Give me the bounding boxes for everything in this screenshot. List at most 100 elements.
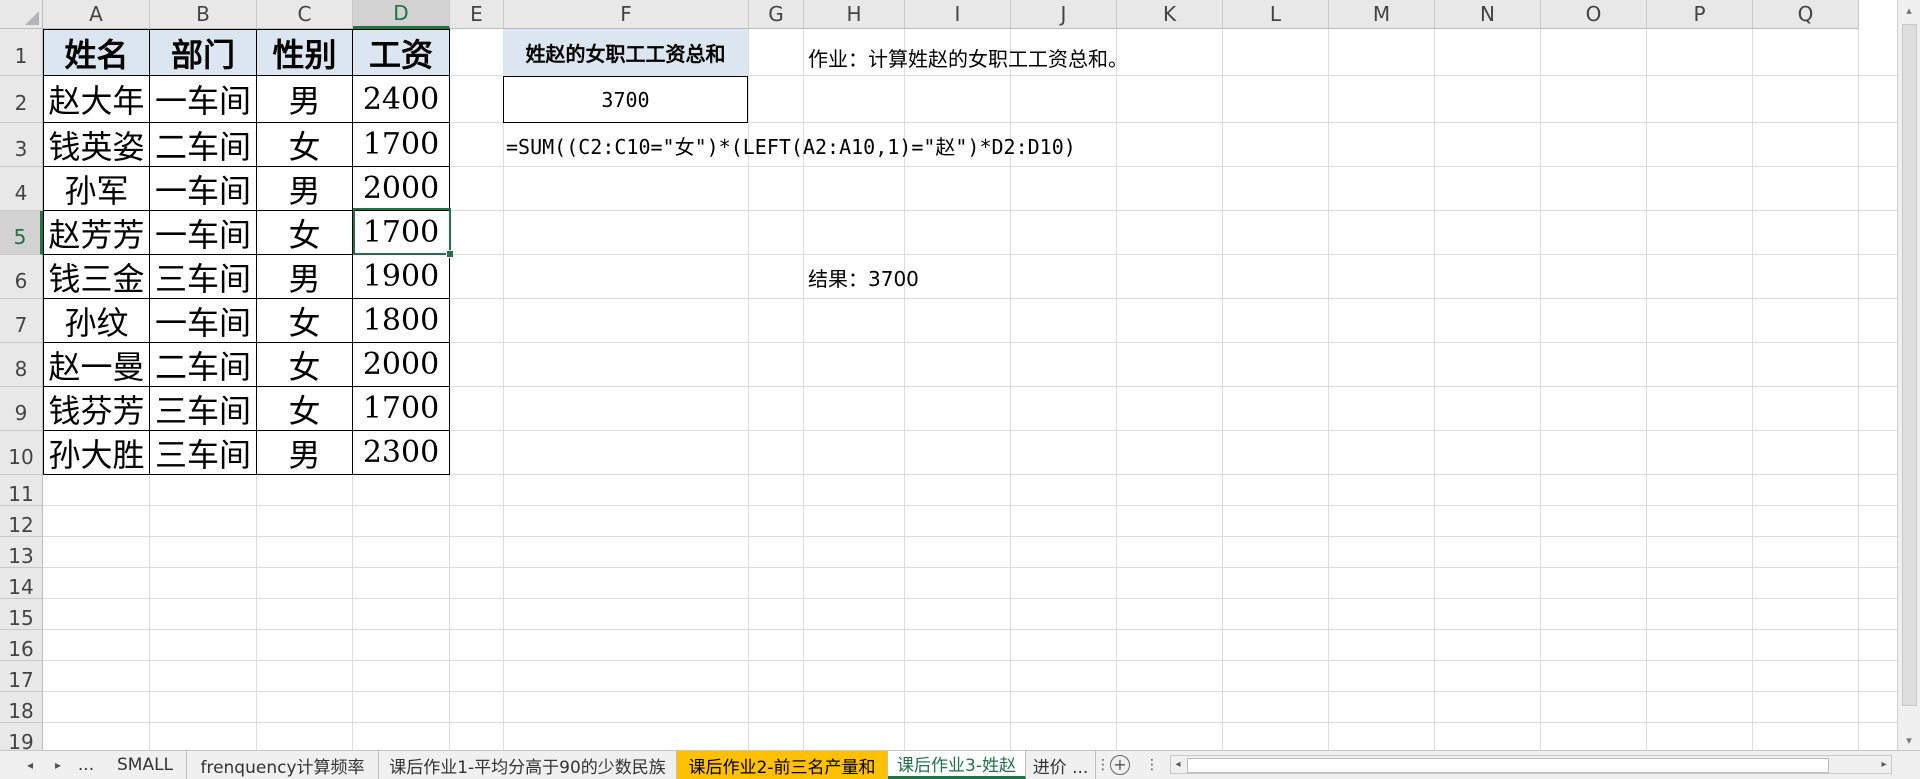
scroll-left-icon[interactable]: ◂: [1171, 756, 1185, 773]
horizontal-scrollbar[interactable]: ◂ ▸: [1170, 755, 1892, 774]
split-handle-icon[interactable]: ⋮: [1145, 751, 1159, 779]
table-cell[interactable]: 女: [257, 387, 353, 431]
table-header-cell[interactable]: 性别: [257, 29, 353, 76]
sheet-tab[interactable]: SMALL: [104, 751, 187, 779]
task-text-cell[interactable]: 作业：计算姓赵的女职工工资总和。: [808, 43, 1128, 72]
table-cell[interactable]: 三车间: [150, 431, 257, 475]
column-header-h[interactable]: H: [804, 0, 905, 29]
add-sheet-icon[interactable]: +: [1110, 755, 1130, 775]
row-header-18[interactable]: 18: [0, 692, 43, 723]
row-header-13[interactable]: 13: [0, 537, 43, 568]
column-header-k[interactable]: K: [1117, 0, 1223, 29]
table-cell[interactable]: 赵一曼: [43, 343, 150, 387]
table-cell[interactable]: 1700: [353, 123, 450, 167]
column-header-f[interactable]: F: [504, 0, 749, 29]
column-header-e[interactable]: E: [450, 0, 504, 29]
column-header-p[interactable]: P: [1647, 0, 1753, 29]
row-header-16[interactable]: 16: [0, 630, 43, 661]
column-header-q[interactable]: Q: [1753, 0, 1859, 29]
table-header-cell[interactable]: 工资: [353, 29, 450, 76]
sheet-tab[interactable]: 课后作业3-姓赵: [888, 751, 1026, 779]
row-header-17[interactable]: 17: [0, 661, 43, 692]
row-header-11[interactable]: 11: [0, 475, 43, 506]
row-header-10[interactable]: 10: [0, 431, 43, 475]
table-cell[interactable]: 三车间: [150, 255, 257, 299]
prev-sheet-icon[interactable]: ◂: [20, 751, 40, 779]
table-cell[interactable]: 1700: [353, 387, 450, 431]
row-header-5[interactable]: 5: [0, 211, 43, 255]
fill-handle[interactable]: [446, 250, 454, 258]
row-header-19[interactable]: 19: [0, 723, 43, 750]
row-header-12[interactable]: 12: [0, 506, 43, 537]
spreadsheet-grid[interactable]: ABCDEFGHIJKLMNOPQ 1 2 3 4 5 6 7 8 9 10 11 12 13 14 15 1…: [0, 0, 1897, 750]
row-header-2[interactable]: 2: [0, 76, 43, 123]
formula-text-cell[interactable]: =SUM((C2:C10="女")*(LEFT(A2:A10,1)="赵")*D…: [506, 131, 1076, 160]
table-header-cell[interactable]: 部门: [150, 29, 257, 76]
table-cell[interactable]: 二车间: [150, 343, 257, 387]
table-cell[interactable]: 赵大年: [43, 76, 150, 123]
scroll-up-icon[interactable]: ▴: [1898, 0, 1920, 20]
active-cell-cursor[interactable]: [353, 208, 454, 258]
table-cell[interactable]: 男: [257, 167, 353, 211]
table-cell[interactable]: 赵芳芳: [43, 211, 150, 255]
table-cell[interactable]: 女: [257, 343, 353, 387]
sheet-tab[interactable]: ...: [72, 751, 100, 779]
row-header-15[interactable]: 15: [0, 599, 43, 630]
row-header-7[interactable]: 7: [0, 299, 43, 343]
table-cell[interactable]: 孙大胜: [43, 431, 150, 475]
column-header-o[interactable]: O: [1541, 0, 1647, 29]
column-header-d[interactable]: D: [353, 0, 450, 29]
column-header-i[interactable]: I: [905, 0, 1011, 29]
table-cell[interactable]: 2000: [353, 343, 450, 387]
summary-label-cell[interactable]: 姓赵的女职工工资总和: [503, 29, 748, 76]
sheet-tab[interactable]: 课后作业2-前三名产量和: [677, 751, 888, 779]
table-cell[interactable]: 2400: [353, 76, 450, 123]
table-cell[interactable]: 一车间: [150, 299, 257, 343]
column-header-m[interactable]: M: [1329, 0, 1435, 29]
result-text-cell[interactable]: 结果：3700: [808, 263, 919, 292]
table-cell[interactable]: 男: [257, 431, 353, 475]
sheet-tab[interactable]: 课后作业1-平均分高于90的少数民族: [379, 751, 677, 779]
table-cell[interactable]: 一车间: [150, 211, 257, 255]
table-cell[interactable]: 钱三金: [43, 255, 150, 299]
table-cell[interactable]: 孙纹: [43, 299, 150, 343]
row-header-9[interactable]: 9: [0, 387, 43, 431]
horizontal-scroll-thumb[interactable]: [1187, 758, 1829, 773]
vertical-scroll-thumb[interactable]: [1902, 24, 1917, 706]
column-header-b[interactable]: B: [150, 0, 257, 29]
table-cell[interactable]: 钱芬芳: [43, 387, 150, 431]
table-cell[interactable]: 男: [257, 255, 353, 299]
table-cell[interactable]: 女: [257, 211, 353, 255]
vertical-scrollbar[interactable]: ▴ ▾: [1897, 0, 1920, 750]
next-sheet-icon[interactable]: ▸: [48, 751, 68, 779]
table-cell[interactable]: 男: [257, 76, 353, 123]
table-cell[interactable]: 2300: [353, 431, 450, 475]
scroll-down-icon[interactable]: ▾: [1898, 730, 1920, 750]
table-cell[interactable]: 1900: [353, 255, 450, 299]
column-header-l[interactable]: L: [1223, 0, 1329, 29]
summary-value-cell[interactable]: 3700: [503, 76, 748, 123]
row-header-6[interactable]: 6: [0, 255, 43, 299]
column-header-a[interactable]: A: [43, 0, 150, 29]
table-cell[interactable]: 钱英姿: [43, 123, 150, 167]
table-cell[interactable]: 女: [257, 299, 353, 343]
table-cell[interactable]: 一车间: [150, 76, 257, 123]
sheet-tab[interactable]: frenquency计算频率: [187, 751, 379, 779]
table-header-cell[interactable]: 姓名: [43, 29, 150, 76]
row-header-8[interactable]: 8: [0, 343, 43, 387]
table-cell[interactable]: 女: [257, 123, 353, 167]
row-header-14[interactable]: 14: [0, 568, 43, 599]
table-cell[interactable]: 三车间: [150, 387, 257, 431]
table-cell[interactable]: 二车间: [150, 123, 257, 167]
table-cell[interactable]: 孙军: [43, 167, 150, 211]
column-header-c[interactable]: C: [257, 0, 353, 29]
column-header-g[interactable]: G: [749, 0, 804, 29]
sheet-tab[interactable]: 进价 ...: [1026, 751, 1096, 779]
table-cell[interactable]: 2000: [353, 167, 450, 211]
select-all-corner[interactable]: [0, 0, 43, 29]
row-header-1[interactable]: 1: [0, 29, 43, 76]
column-header-j[interactable]: J: [1011, 0, 1117, 29]
more-tabs-icon[interactable]: ⋮: [1096, 751, 1110, 779]
table-cell[interactable]: 一车间: [150, 167, 257, 211]
row-header-3[interactable]: 3: [0, 123, 43, 167]
